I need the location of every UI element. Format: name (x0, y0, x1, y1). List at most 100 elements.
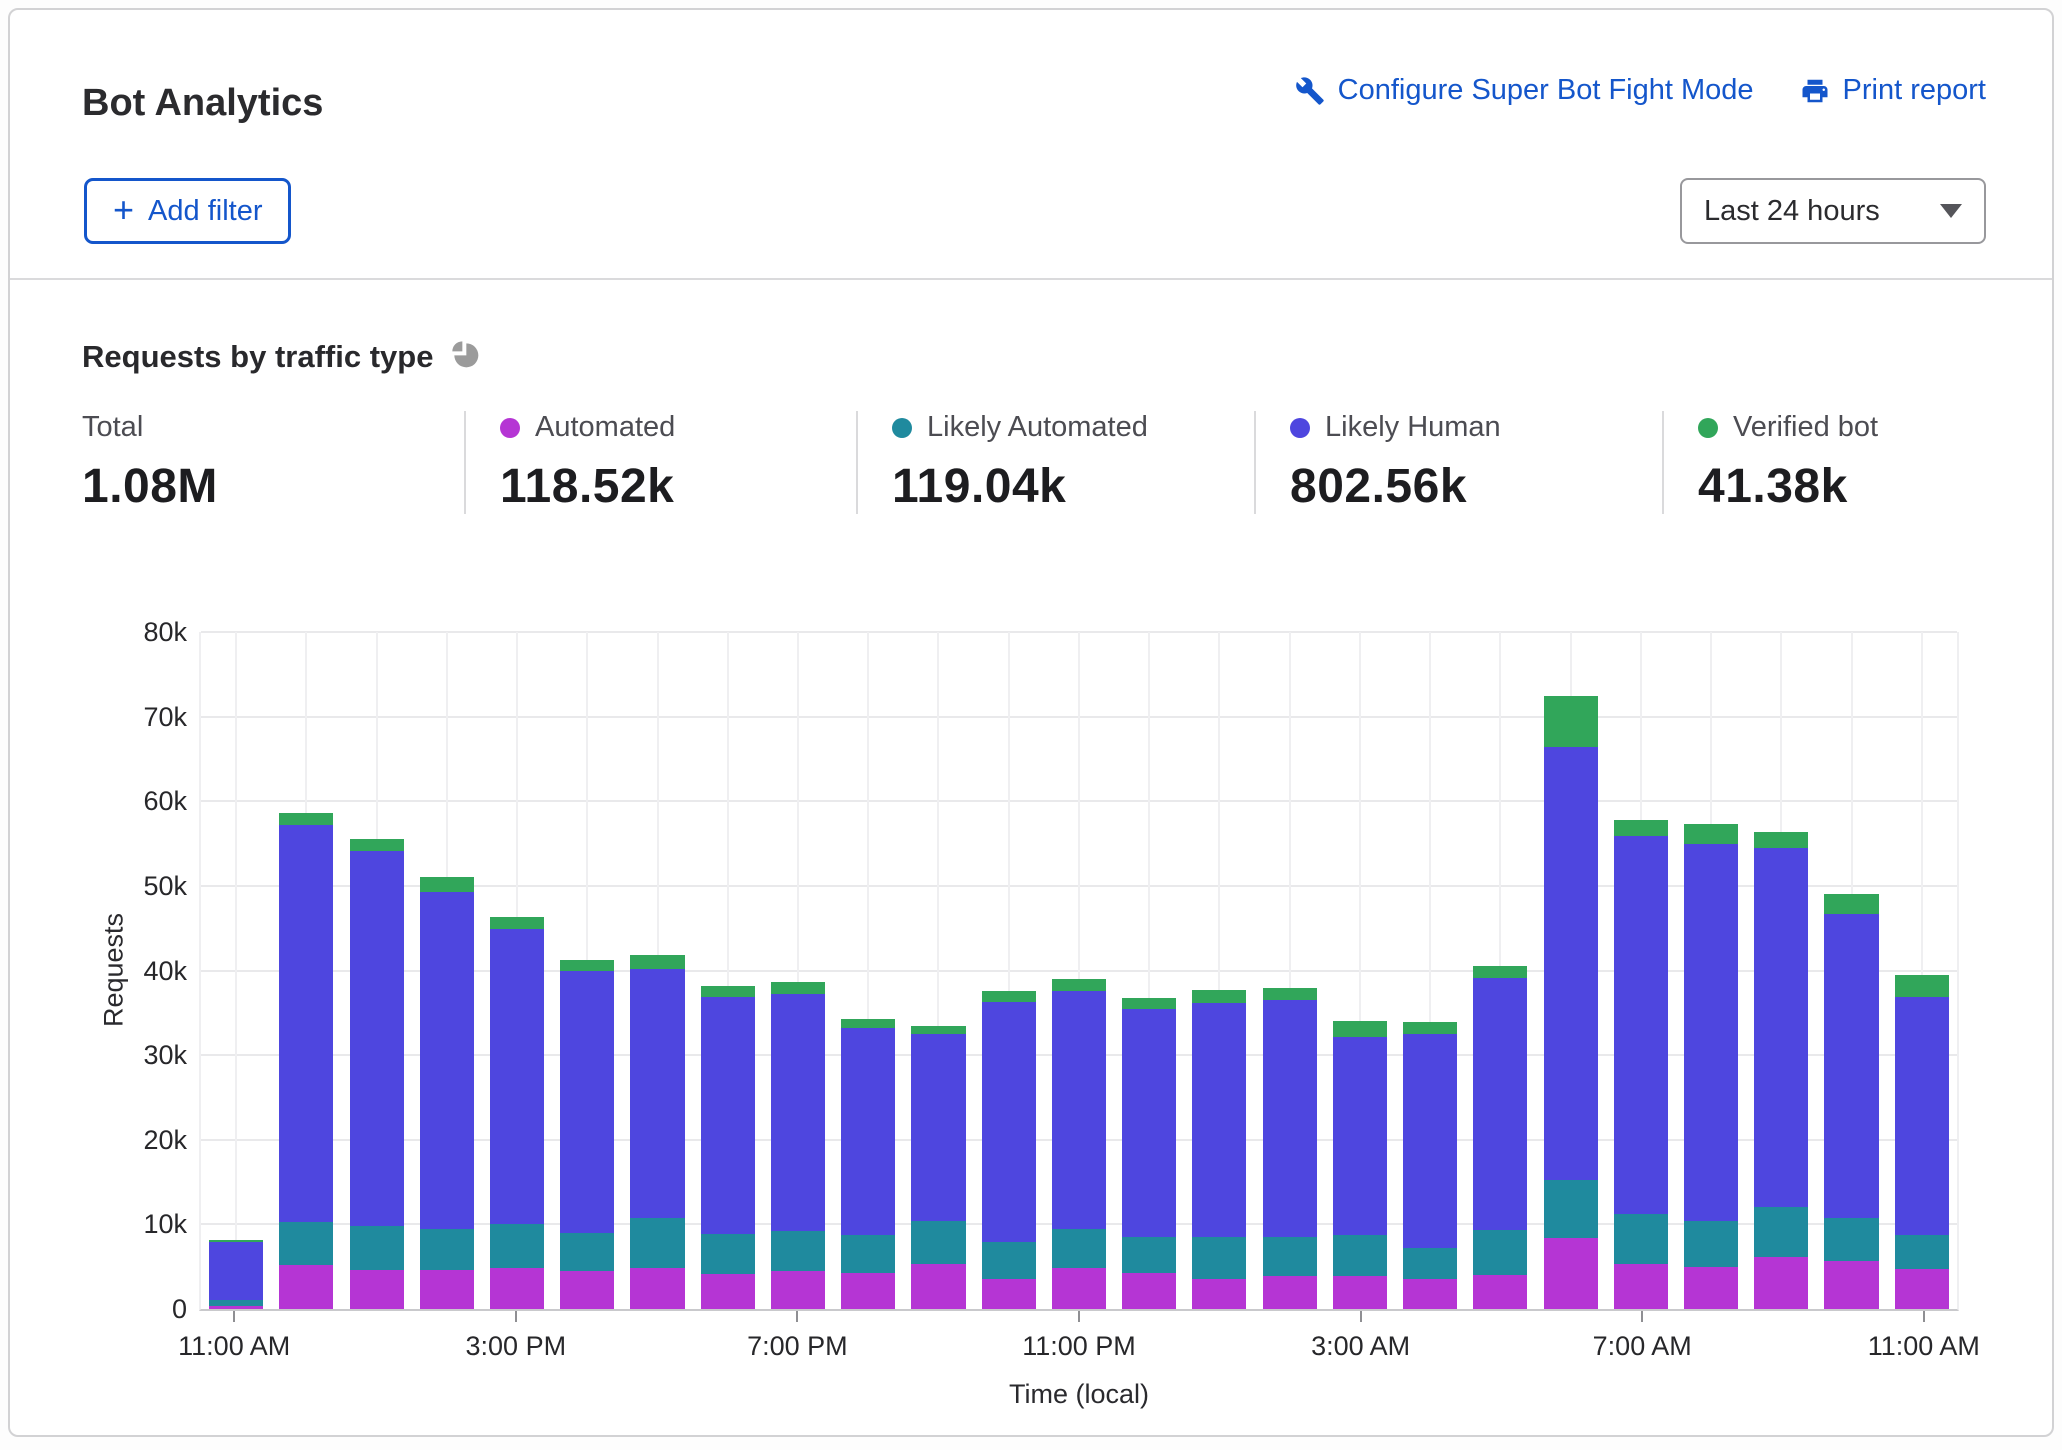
bar-stack-7[interactable] (701, 986, 755, 1309)
x-tick-label: 11:00 AM (178, 1331, 290, 1362)
bar-stack-21[interactable] (1684, 824, 1738, 1309)
y-axis-title: Requests (99, 913, 130, 1027)
y-tick-label: 80k (143, 616, 187, 648)
chart-slot (1114, 632, 1184, 1309)
chart-slot (271, 632, 341, 1309)
segment-likely-automated (1122, 1237, 1176, 1273)
stat-likely-automated: Likely Automated 119.04k (856, 411, 1254, 514)
segment-likely-automated (1544, 1180, 1598, 1238)
segment-likely-human (1895, 997, 1949, 1235)
segment-verified-bot (490, 917, 544, 929)
stat-total: Total 1.08M (82, 411, 464, 514)
segment-automated (630, 1268, 684, 1309)
x-axis: 11:00 AM3:00 PM7:00 PM11:00 PM3:00 AM7:0… (199, 1311, 1959, 1375)
segment-automated (1263, 1276, 1317, 1309)
segment-likely-human (1122, 1009, 1176, 1237)
bar-stack-11[interactable] (982, 991, 1036, 1309)
bar-stack-15[interactable] (1263, 988, 1317, 1309)
bar-stack-9[interactable] (841, 1019, 895, 1309)
stat-automated-label: Automated (535, 411, 675, 444)
chevron-down-icon (1940, 204, 1962, 218)
y-tick-label: 40k (143, 955, 187, 987)
chart-slot (622, 632, 692, 1309)
segment-automated (1473, 1275, 1527, 1309)
bar-stack-22[interactable] (1754, 832, 1808, 1309)
segment-automated (982, 1279, 1036, 1309)
bar-stack-6[interactable] (630, 955, 684, 1309)
segment-likely-human (279, 825, 333, 1222)
configure-super-bot-fight-mode-link[interactable]: Configure Super Bot Fight Mode (1295, 74, 1754, 107)
segment-likely-human (911, 1034, 965, 1221)
stats-row: Total 1.08M Automated 118.52k Likely Aut… (82, 411, 1980, 514)
segment-automated (279, 1265, 333, 1309)
segment-likely-automated (1052, 1229, 1106, 1269)
add-filter-label: Add filter (148, 195, 262, 228)
segment-likely-human (350, 851, 404, 1226)
segment-verified-bot (420, 877, 474, 891)
bar-stack-1[interactable] (279, 813, 333, 1309)
bar-stack-23[interactable] (1824, 894, 1878, 1309)
segment-verified-bot (1754, 832, 1808, 848)
requests-by-traffic-type-chart: Requests 010k20k30k40k50k60k70k80k 11:00… (10, 632, 2052, 1410)
bar-stack-2[interactable] (350, 839, 404, 1309)
segment-likely-automated (1895, 1235, 1949, 1270)
chart-slot (1535, 632, 1605, 1309)
bar-stack-4[interactable] (490, 917, 544, 1309)
chart-slot (1746, 632, 1816, 1309)
segment-likely-automated (560, 1233, 614, 1271)
stat-total-value: 1.08M (82, 459, 444, 514)
y-tick-label: 60k (143, 785, 187, 817)
chart-slot (693, 632, 763, 1309)
add-filter-button[interactable]: + Add filter (84, 178, 291, 244)
segment-automated (1614, 1264, 1668, 1309)
segment-likely-human (420, 892, 474, 1229)
segment-automated (350, 1270, 404, 1309)
x-tick-mark (1923, 1311, 1925, 1322)
legend-dot-automated (500, 418, 520, 438)
chart-slot (1255, 632, 1325, 1309)
segment-likely-automated (841, 1235, 895, 1274)
segment-likely-automated (350, 1226, 404, 1270)
bar-stack-14[interactable] (1192, 990, 1246, 1309)
chart-slot (482, 632, 552, 1309)
bar-stack-16[interactable] (1333, 1021, 1387, 1309)
bar-stack-13[interactable] (1122, 998, 1176, 1309)
bar-stack-12[interactable] (1052, 979, 1106, 1309)
x-tick-label: 11:00 PM (1022, 1331, 1136, 1362)
segment-likely-automated (911, 1221, 965, 1264)
segment-verified-bot (1614, 820, 1668, 836)
chart-slot (341, 632, 411, 1309)
segment-likely-human (1403, 1034, 1457, 1248)
bar-stack-10[interactable] (911, 1026, 965, 1309)
bar-stack-24[interactable] (1895, 975, 1949, 1309)
bar-stack-8[interactable] (771, 982, 825, 1309)
bar-stack-18[interactable] (1473, 966, 1527, 1309)
chart-slot (1887, 632, 1957, 1309)
stat-likely-human: Likely Human 802.56k (1254, 411, 1662, 514)
segment-verified-bot (279, 813, 333, 825)
segment-likely-automated (279, 1222, 333, 1265)
y-tick-label: 10k (143, 1208, 187, 1240)
chart-slot (552, 632, 622, 1309)
stat-verified-bot-label: Verified bot (1733, 411, 1878, 444)
segment-likely-automated (420, 1229, 474, 1270)
segment-automated (1052, 1268, 1106, 1309)
chart-slot (1395, 632, 1465, 1309)
segment-automated (1192, 1279, 1246, 1309)
print-link-label: Print report (1843, 74, 1986, 107)
segment-verified-bot (630, 955, 684, 969)
pie-chart-icon (449, 338, 481, 375)
bar-stack-5[interactable] (560, 960, 614, 1309)
time-range-select[interactable]: Last 24 hours (1680, 178, 1986, 244)
print-report-link[interactable]: Print report (1800, 74, 1986, 107)
x-tick-mark (233, 1311, 235, 1322)
bar-stack-0[interactable] (209, 1240, 263, 1309)
configure-link-label: Configure Super Bot Fight Mode (1338, 74, 1754, 107)
segment-verified-bot (1895, 975, 1949, 997)
bar-stack-20[interactable] (1614, 820, 1668, 1309)
bar-stack-17[interactable] (1403, 1022, 1457, 1309)
segment-likely-human (1263, 1000, 1317, 1237)
bar-stack-19[interactable] (1544, 696, 1598, 1309)
bar-stack-3[interactable] (420, 877, 474, 1309)
y-tick-label: 20k (143, 1124, 187, 1156)
